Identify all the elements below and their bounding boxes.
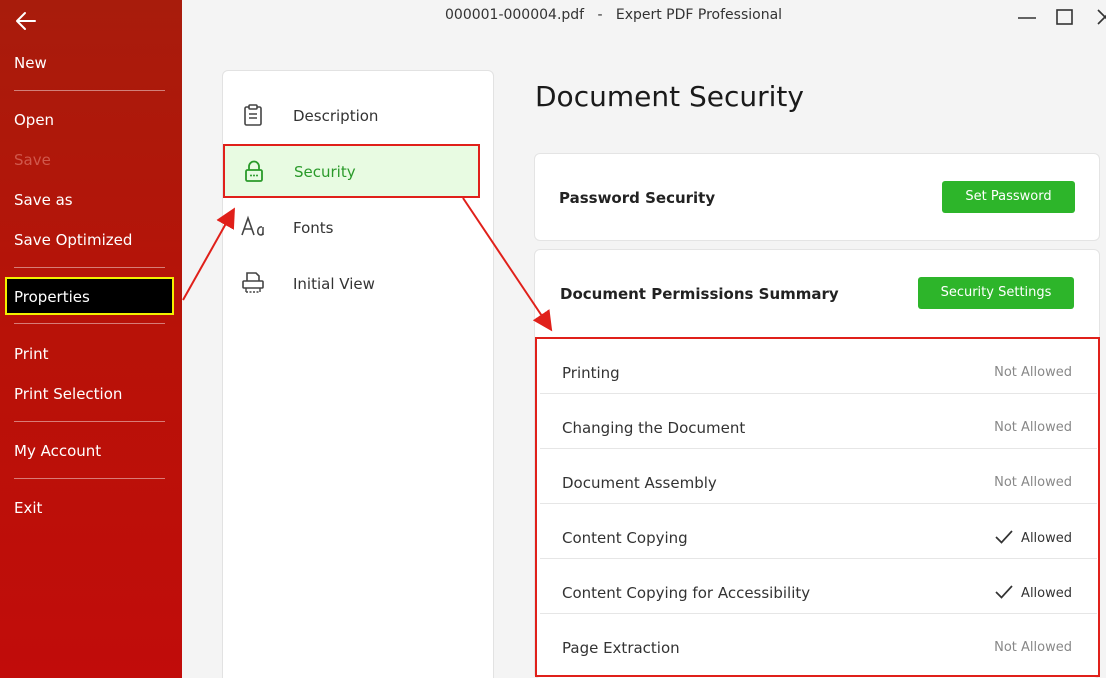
window-title: 000001-000004.pdf - Expert PDF Professio… <box>445 7 783 23</box>
permission-name: Content Copying for Accessibility <box>562 584 811 602</box>
permission-row: Content Copying Allowed <box>540 504 1097 559</box>
title-bar: 000001-000004.pdf - Expert PDF Professio… <box>182 0 1106 32</box>
menu-divider <box>14 323 165 324</box>
category-label: Fonts <box>293 219 334 237</box>
checkmark-icon <box>995 530 1013 544</box>
permission-row: Document Assembly Not Allowed <box>540 449 1097 504</box>
permission-name: Content Copying <box>562 529 688 547</box>
permission-status: Not Allowed <box>994 420 1072 435</box>
page-title: Document Security <box>535 80 804 113</box>
menu-exit[interactable]: Exit <box>14 499 42 517</box>
menu-save: Save <box>14 151 51 169</box>
permission-status: Allowed <box>1021 531 1072 546</box>
security-settings-button[interactable]: Security Settings <box>918 277 1074 309</box>
lock-icon <box>242 159 266 183</box>
permission-row: Printing Not Allowed <box>540 339 1097 394</box>
menu-divider <box>14 478 165 479</box>
category-label: Security <box>294 163 356 181</box>
password-security-title: Password Security <box>559 189 716 207</box>
permission-name: Printing <box>562 364 620 382</box>
permission-status: Not Allowed <box>994 640 1072 655</box>
permission-name: Changing the Document <box>562 419 746 437</box>
maximize-icon[interactable] <box>1052 6 1078 28</box>
category-fonts[interactable]: Fonts <box>223 203 493 253</box>
permission-name: Document Assembly <box>562 474 717 492</box>
permission-row: Content Copying for Accessibility Allowe… <box>540 559 1097 614</box>
back-arrow-icon[interactable] <box>14 8 38 34</box>
clipboard-icon <box>241 103 265 127</box>
minimize-icon[interactable] <box>1014 6 1040 28</box>
checkmark-icon <box>995 585 1013 599</box>
close-icon[interactable] <box>1094 6 1106 28</box>
permission-row: Page Extraction Not Allowed <box>540 614 1097 669</box>
permission-status: Allowed <box>1021 586 1072 601</box>
permission-name: Page Extraction <box>562 639 680 657</box>
permissions-summary-title: Document Permissions Summary <box>560 285 839 303</box>
menu-print-selection[interactable]: Print Selection <box>14 385 122 403</box>
permission-row: Changing the Document Not Allowed <box>540 394 1097 449</box>
menu-divider <box>14 90 165 91</box>
permission-status-allowed: Allowed <box>995 530 1072 546</box>
menu-divider <box>14 267 165 268</box>
category-initial-view[interactable]: Initial View <box>223 259 493 309</box>
set-password-button[interactable]: Set Password <box>942 181 1075 213</box>
permission-status-allowed: Allowed <box>995 585 1072 601</box>
category-label: Initial View <box>293 275 375 293</box>
permission-status: Not Allowed <box>994 365 1072 380</box>
category-description[interactable]: Description <box>223 91 493 141</box>
backstage-sidebar: New Open Save Save as Save Optimized Pro… <box>0 0 182 678</box>
permissions-list: Printing Not Allowed Changing the Docume… <box>535 337 1100 677</box>
category-label: Description <box>293 107 379 125</box>
menu-my-account[interactable]: My Account <box>14 442 101 460</box>
menu-save-optimized[interactable]: Save Optimized <box>14 231 132 249</box>
menu-properties[interactable]: Properties <box>5 277 174 315</box>
permission-status: Not Allowed <box>994 475 1072 490</box>
menu-save-as[interactable]: Save as <box>14 191 73 209</box>
menu-print[interactable]: Print <box>14 345 49 363</box>
menu-open[interactable]: Open <box>14 111 54 129</box>
category-security[interactable]: Security <box>223 144 480 198</box>
menu-new[interactable]: New <box>14 54 47 72</box>
menu-divider <box>14 421 165 422</box>
font-icon <box>241 215 265 239</box>
properties-category-panel: Description Security Fonts Initial View <box>222 70 494 678</box>
printer-icon <box>241 271 265 295</box>
password-security-card: Password Security Set Password <box>534 153 1100 241</box>
